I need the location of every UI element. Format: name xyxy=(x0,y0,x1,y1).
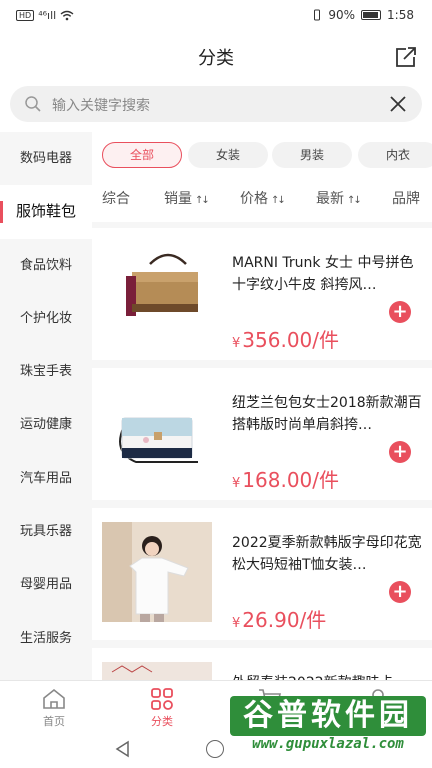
product-card[interactable]: 2022夏季新款韩版字母印花宽松大码短袖T恤女装… ¥26.90/件 + xyxy=(92,508,432,640)
battery-percent: 90% xyxy=(328,8,356,22)
close-icon[interactable] xyxy=(388,94,408,114)
sort-price-label: 价格 xyxy=(240,191,268,207)
sort-bar: 综合 销量 ↑↓ 价格 ↑↓ 最新 ↑↓ 品牌 xyxy=(92,184,432,212)
category-page: HD ⁴⁶ıll 90% 1:58 分类 输入关键字搜索 数码电器 服饰鞋包 食… xyxy=(0,0,432,768)
product-price: ¥26.90/件 xyxy=(232,604,326,633)
tab-category[interactable]: 分类 xyxy=(132,687,192,729)
home-icon xyxy=(43,688,65,709)
add-to-cart-button[interactable]: + xyxy=(389,441,411,463)
search-bar[interactable]: 输入关键字搜索 xyxy=(10,86,422,122)
currency-symbol: ¥ xyxy=(232,476,241,491)
product-name: 2022夏季新款韩版字母印花宽松大码短袖T恤女装… xyxy=(232,535,422,573)
product-name: 外贸春装2022新款趣味卡 xyxy=(232,672,422,680)
product-image xyxy=(102,522,212,622)
sort-newest-label: 最新 xyxy=(316,191,344,207)
chip-all[interactable]: 全部 xyxy=(102,142,182,168)
sidebar-item-baby[interactable]: 母婴用品 xyxy=(0,558,92,611)
sidebar-item-toys[interactable]: 玩具乐器 xyxy=(0,505,92,558)
sidebar-item-jewelry[interactable]: 珠宝手表 xyxy=(0,345,92,398)
price-value: 26.90/件 xyxy=(242,608,327,632)
wifi-icon xyxy=(60,10,74,21)
status-bar: HD ⁴⁶ıll 90% 1:58 xyxy=(0,0,432,34)
watermark-title: 谷普软件园 xyxy=(230,696,426,736)
sort-default[interactable]: 综合 xyxy=(102,188,130,208)
sort-brand[interactable]: 品牌 xyxy=(392,188,420,208)
category-icon xyxy=(151,688,173,710)
tab-home[interactable]: 首页 xyxy=(24,687,84,729)
tab-home-label: 首页 xyxy=(43,715,65,728)
share-icon[interactable] xyxy=(392,43,420,71)
watermark-url: www.gupuxlazal.com xyxy=(252,736,404,752)
status-left: HD ⁴⁶ıll xyxy=(16,9,74,22)
product-image xyxy=(102,242,212,342)
back-icon[interactable] xyxy=(114,740,132,758)
sort-brand-label: 品牌 xyxy=(392,191,420,207)
page-title: 分类 xyxy=(198,48,234,69)
chip-underwear[interactable]: 内衣 xyxy=(358,142,432,168)
product-image xyxy=(102,382,212,482)
product-name: MARNI Trunk 女士 中号拼色十字纹小牛皮 斜挎风… xyxy=(232,255,414,293)
subcategory-chips: 全部 女装 男装 内衣 xyxy=(92,138,432,172)
vibrate-icon xyxy=(314,9,321,21)
sort-newest[interactable]: 最新 ↑↓ xyxy=(316,188,362,208)
sidebar-item-apparel[interactable]: 服饰鞋包 xyxy=(0,185,92,239)
watermark-logo: 谷普软件园 www.gupuxlazal.com xyxy=(230,696,426,756)
status-right: 90% 1:58 xyxy=(312,8,414,22)
product-card[interactable]: 纽芝兰包包女士2018新款潮百搭韩版时尚单肩斜挎… ¥168.00/件 + xyxy=(92,368,432,500)
chip-womens[interactable]: 女装 xyxy=(188,142,268,168)
sidebar-item-services[interactable]: 生活服务 xyxy=(0,612,92,665)
home-button[interactable] xyxy=(206,740,224,758)
price-value: 168.00/件 xyxy=(242,468,339,492)
sort-arrows-icon: ↑↓ xyxy=(195,195,210,206)
product-card[interactable]: 外贸春装2022新款趣味卡 xyxy=(92,648,432,680)
search-input[interactable]: 输入关键字搜索 xyxy=(52,95,150,115)
clock: 1:58 xyxy=(387,8,414,22)
currency-symbol: ¥ xyxy=(232,616,241,631)
battery-icon xyxy=(361,10,382,20)
product-price: ¥168.00/件 xyxy=(232,464,339,493)
sort-sales[interactable]: 销量 ↑↓ xyxy=(164,188,210,208)
sidebar-item-sports[interactable]: 运动健康 xyxy=(0,398,92,451)
sort-arrows-icon: ↑↓ xyxy=(347,195,362,206)
category-sidebar: 数码电器 服饰鞋包 食品饮料 个护化妆 珠宝手表 运动健康 汽车用品 玩具乐器 … xyxy=(0,132,92,680)
hd-indicator: HD xyxy=(16,10,35,21)
sort-sales-label: 销量 xyxy=(164,191,192,207)
product-name: 纽芝兰包包女士2018新款潮百搭韩版时尚单肩斜挎… xyxy=(232,395,422,433)
product-image xyxy=(102,662,212,680)
chip-mens[interactable]: 男装 xyxy=(272,142,352,168)
sidebar-item-auto[interactable]: 汽车用品 xyxy=(0,452,92,505)
add-to-cart-button[interactable]: + xyxy=(389,301,411,323)
sidebar-item-food[interactable]: 食品饮料 xyxy=(0,239,92,292)
sidebar-item-digital[interactable]: 数码电器 xyxy=(0,132,92,185)
product-list: MARNI Trunk 女士 中号拼色十字纹小牛皮 斜挎风… ¥356.00/件… xyxy=(92,222,432,680)
add-to-cart-button[interactable]: + xyxy=(389,581,411,603)
sidebar-item-beauty[interactable]: 个护化妆 xyxy=(0,292,92,345)
sort-arrows-icon: ↑↓ xyxy=(271,195,286,206)
currency-symbol: ¥ xyxy=(232,336,241,351)
product-price: ¥356.00/件 xyxy=(232,324,339,353)
search-icon xyxy=(25,96,41,112)
sort-price[interactable]: 价格 ↑↓ xyxy=(240,188,286,208)
tab-category-label: 分类 xyxy=(151,715,173,728)
product-card[interactable]: MARNI Trunk 女士 中号拼色十字纹小牛皮 斜挎风… ¥356.00/件… xyxy=(92,228,432,360)
header: 分类 xyxy=(0,34,432,80)
signal-icon: ⁴⁶ıll xyxy=(38,9,57,22)
price-value: 356.00/件 xyxy=(242,328,339,352)
sort-default-label: 综合 xyxy=(102,191,130,207)
